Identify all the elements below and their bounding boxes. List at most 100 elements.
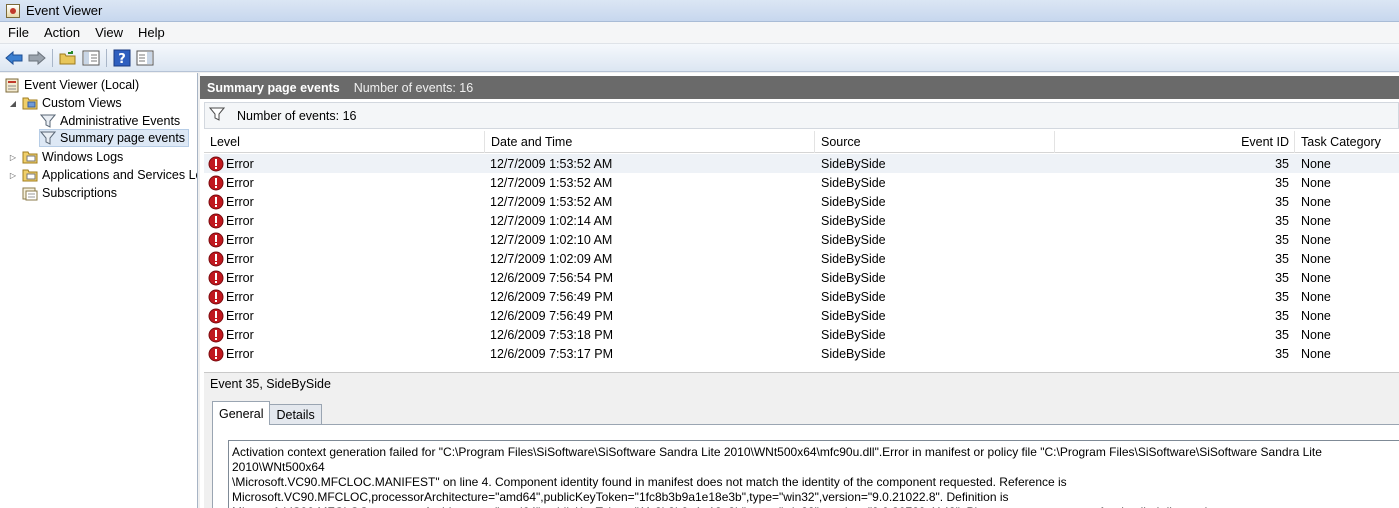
event-row[interactable]: Error 12/7/2009 1:02:14 AM SideBySide 35…	[204, 211, 1399, 230]
event-source: SideBySide	[821, 156, 886, 171]
event-source: SideBySide	[821, 327, 886, 342]
event-id: 35	[1275, 289, 1289, 304]
event-datetime: 12/6/2009 7:53:18 PM	[490, 327, 614, 342]
column-header-source[interactable]: Source	[815, 131, 1055, 153]
filter-event-count: Number of events: 16	[237, 108, 357, 123]
expand-arrow-icon[interactable]: ▷	[8, 170, 18, 180]
event-task-category: None	[1301, 251, 1331, 266]
tree-item-custom-views[interactable]: ◢ Custom Views	[8, 94, 122, 112]
event-source: SideBySide	[821, 175, 886, 190]
error-icon	[208, 308, 224, 324]
event-level: Error	[226, 213, 254, 228]
event-level: Error	[226, 327, 254, 342]
event-task-category: None	[1301, 289, 1331, 304]
tree-item-label: Event Viewer (Local)	[24, 78, 140, 92]
expand-arrow-icon[interactable]: ▷	[8, 152, 18, 162]
event-viewer-app-icon	[6, 3, 20, 18]
event-source: SideBySide	[821, 232, 886, 247]
event-level: Error	[226, 270, 254, 285]
event-row[interactable]: Error 12/6/2009 7:53:17 PM SideBySide 35…	[204, 344, 1399, 363]
general-tab-panel: Activation context generation failed for…	[212, 424, 1399, 508]
forward-arrow-icon[interactable]	[27, 48, 47, 68]
back-arrow-icon[interactable]	[4, 48, 24, 68]
tree-item-administrative-events[interactable]: Administrative Events	[40, 112, 180, 130]
column-header-task-category[interactable]: Task Category	[1295, 131, 1399, 153]
event-task-category: None	[1301, 175, 1331, 190]
folder-icon	[22, 167, 38, 183]
event-row[interactable]: Error 12/7/2009 1:02:09 AM SideBySide 35…	[204, 249, 1399, 268]
event-id: 35	[1275, 327, 1289, 342]
event-datetime: 12/7/2009 1:02:14 AM	[490, 213, 613, 228]
event-id: 35	[1275, 346, 1289, 361]
event-level: Error	[226, 346, 254, 361]
event-task-category: None	[1301, 327, 1331, 342]
help-icon[interactable]: ?	[112, 48, 132, 68]
event-row[interactable]: Error 12/7/2009 1:53:52 AM SideBySide 35…	[204, 173, 1399, 192]
event-id: 35	[1275, 156, 1289, 171]
event-datetime: 12/7/2009 1:53:52 AM	[490, 156, 613, 171]
console-tree[interactable]: Event Viewer (Local) ◢ Custom Views Admi…	[0, 73, 198, 508]
menu-view[interactable]: View	[87, 25, 130, 40]
error-icon	[208, 213, 224, 229]
menu-action[interactable]: Action	[36, 25, 87, 40]
event-description[interactable]: Activation context generation failed for…	[228, 440, 1399, 508]
event-level: Error	[226, 175, 254, 190]
event-level: Error	[226, 308, 254, 323]
event-id: 35	[1275, 232, 1289, 247]
event-task-category: None	[1301, 213, 1331, 228]
event-task-category: None	[1301, 346, 1331, 361]
show-hide-tree-icon[interactable]	[81, 48, 101, 68]
event-task-category: None	[1301, 308, 1331, 323]
event-detail-pane: General Details Activation context gener…	[204, 394, 1399, 508]
collapse-arrow-icon[interactable]: ◢	[8, 98, 18, 108]
event-level: Error	[226, 289, 254, 304]
event-datetime: 12/6/2009 7:56:49 PM	[490, 289, 614, 304]
tab-general[interactable]: General	[212, 401, 271, 425]
detail-tabs: General Details	[212, 401, 322, 425]
event-datetime: 12/7/2009 1:02:10 AM	[490, 232, 613, 247]
events-grid[interactable]: Error 12/7/2009 1:53:52 AM SideBySide 35…	[204, 154, 1399, 364]
open-folder-icon[interactable]	[58, 48, 78, 68]
event-task-category: None	[1301, 194, 1331, 209]
event-datetime: 12/6/2009 7:56:49 PM	[490, 308, 614, 323]
event-id: 35	[1275, 213, 1289, 228]
toolbar-separator	[52, 48, 53, 67]
event-task-category: None	[1301, 232, 1331, 247]
event-source: SideBySide	[821, 213, 886, 228]
show-hide-action-pane-icon[interactable]	[135, 48, 155, 68]
menu-bar: File Action View Help	[0, 22, 1399, 44]
column-header-level[interactable]: Level	[204, 131, 485, 153]
event-row[interactable]: Error 12/7/2009 1:53:52 AM SideBySide 35…	[204, 192, 1399, 211]
event-row[interactable]: Error 12/6/2009 7:56:49 PM SideBySide 35…	[204, 306, 1399, 325]
event-row[interactable]: Error 12/6/2009 7:56:49 PM SideBySide 35…	[204, 287, 1399, 306]
folder-icon	[22, 95, 38, 111]
event-row[interactable]: Error 12/6/2009 7:56:54 PM SideBySide 35…	[204, 268, 1399, 287]
results-header-count: Number of events: 16	[353, 80, 474, 95]
results-pane: Summary page events Number of events: 16…	[200, 73, 1399, 508]
menu-file[interactable]: File	[0, 25, 36, 40]
window-title: Event Viewer	[26, 3, 103, 18]
tree-item-applications-services-logs[interactable]: ▷ Applications and Services Lo	[8, 166, 198, 184]
tree-item-event-viewer-local[interactable]: Event Viewer (Local)	[4, 76, 139, 94]
event-datetime: 12/6/2009 7:53:17 PM	[490, 346, 614, 361]
column-header-event-id[interactable]: Event ID	[1055, 131, 1295, 153]
event-row[interactable]: Error 12/7/2009 1:02:10 AM SideBySide 35…	[204, 230, 1399, 249]
tree-item-summary-page-events[interactable]: Summary page events	[39, 129, 190, 147]
tree-item-windows-logs[interactable]: ▷ Windows Logs	[8, 148, 123, 166]
event-id: 35	[1275, 175, 1289, 190]
menu-help[interactable]: Help	[130, 25, 172, 40]
subscriptions-icon	[22, 185, 38, 201]
error-icon	[208, 346, 224, 362]
tree-item-label: Applications and Services Lo	[42, 168, 198, 182]
svg-text:?: ?	[118, 52, 126, 67]
event-detail-title: Event 35, SideBySide	[204, 372, 1399, 394]
column-header-date-time[interactable]: Date and Time	[485, 131, 815, 153]
tree-item-subscriptions[interactable]: Subscriptions	[22, 184, 117, 202]
error-icon	[208, 327, 224, 343]
tab-details[interactable]: Details	[269, 404, 322, 425]
event-id: 35	[1275, 194, 1289, 209]
event-row[interactable]: Error 12/7/2009 1:53:52 AM SideBySide 35…	[204, 154, 1399, 173]
tree-item-label: Summary page events	[60, 131, 186, 145]
error-icon	[208, 175, 224, 191]
event-row[interactable]: Error 12/6/2009 7:53:18 PM SideBySide 35…	[204, 325, 1399, 344]
